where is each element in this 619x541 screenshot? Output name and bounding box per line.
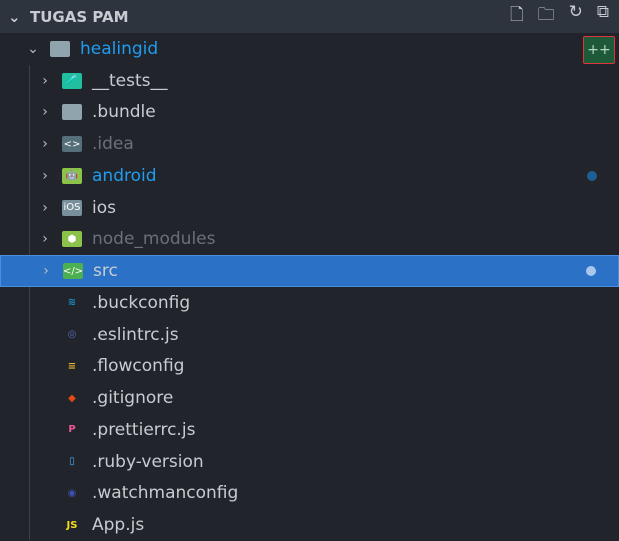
tree-item-prettierrcjs[interactable]: P .prettierrc.js bbox=[0, 414, 619, 446]
new-folder-icon[interactable]: 🗀 bbox=[538, 2, 555, 31]
chevron-right-icon: › bbox=[42, 199, 48, 216]
chevron-right-icon: › bbox=[42, 167, 48, 184]
tree-item-label: .gitignore bbox=[92, 388, 174, 409]
new-file-icon[interactable]: 🗋 bbox=[510, 2, 524, 31]
refresh-icon[interactable]: ↻ bbox=[569, 2, 583, 31]
flow-icon: ≡ bbox=[67, 360, 77, 372]
git-icon: ◆ bbox=[68, 392, 76, 404]
modified-dot bbox=[586, 266, 596, 277]
node-folder-icon: ⬢ bbox=[62, 231, 82, 248]
tree-item-label: .eslintrc.js bbox=[92, 324, 179, 345]
tree-item-label: .watchmanconfig bbox=[92, 483, 239, 504]
folder-icon bbox=[62, 104, 82, 121]
tree-item-label: .ruby-version bbox=[92, 451, 204, 472]
tree-item-android[interactable]: › 🤖 android bbox=[0, 160, 619, 192]
ios-folder-icon: iOS bbox=[62, 199, 82, 216]
tree-item-label: .buckconfig bbox=[92, 292, 191, 313]
src-folder-icon: </> bbox=[63, 263, 83, 280]
chevron-right-icon: › bbox=[43, 263, 49, 280]
tree-item-watchmanconfig[interactable]: ◉ .watchmanconfig bbox=[0, 478, 619, 510]
tree-item-label: .flowconfig bbox=[92, 356, 185, 377]
tree-item-rubyversion[interactable]: ▯ .ruby-version bbox=[0, 446, 619, 478]
tree-item-label: src bbox=[93, 261, 118, 282]
workspace-title: TUGAS PAM bbox=[30, 7, 129, 26]
buck-icon: ≋ bbox=[67, 297, 77, 309]
collapse-all-icon[interactable]: ⧉ bbox=[597, 2, 609, 31]
tree-item-label: android bbox=[92, 165, 157, 186]
tree-item-label: node_modules bbox=[92, 229, 216, 250]
prettier-icon: P bbox=[68, 424, 76, 436]
tree-item-label: .prettierrc.js bbox=[92, 419, 196, 440]
tree-item-label: .bundle bbox=[92, 102, 156, 123]
tree-item-tests[interactable]: › 🧪 __tests__ bbox=[0, 65, 619, 97]
chevron-down-icon: ⌄ bbox=[27, 40, 39, 57]
tree-item-label: ios bbox=[92, 197, 116, 218]
extension-badge[interactable]: ++ bbox=[583, 36, 615, 64]
tree-item-label: .idea bbox=[92, 134, 134, 155]
chevron-right-icon: › bbox=[42, 136, 48, 153]
open-folder-icon bbox=[50, 40, 70, 57]
tree-item-ios[interactable]: › iOS ios bbox=[0, 192, 619, 224]
modified-dot bbox=[587, 170, 597, 181]
android-folder-icon: 🤖 bbox=[62, 167, 82, 184]
tree-item-idea[interactable]: › <> .idea bbox=[0, 128, 619, 160]
tree-item-nodemodules[interactable]: › ⬢ node_modules bbox=[0, 224, 619, 256]
test-folder-icon: 🧪 bbox=[62, 72, 82, 89]
tree-item-Appjs[interactable]: JS App.js bbox=[0, 509, 619, 541]
chevron-down-icon[interactable]: ⌄ bbox=[8, 8, 22, 26]
tree-root-healingid[interactable]: ⌄ healingid ++ bbox=[0, 33, 619, 65]
tree-item-bundle[interactable]: › .bundle bbox=[0, 97, 619, 129]
js-icon: JS bbox=[66, 519, 78, 531]
tree-item-eslintrcjs[interactable]: ◎ .eslintrc.js bbox=[0, 319, 619, 351]
tree-item-label: healingid bbox=[80, 38, 159, 59]
chevron-right-icon: › bbox=[42, 231, 48, 248]
chevron-right-icon: › bbox=[42, 72, 48, 89]
file-icon: ▯ bbox=[69, 456, 75, 468]
idea-folder-icon: <> bbox=[62, 136, 82, 153]
chevron-right-icon: › bbox=[42, 104, 48, 121]
watchman-icon: ◉ bbox=[67, 487, 77, 499]
tree-item-flowconfig[interactable]: ≡ .flowconfig bbox=[0, 351, 619, 383]
tree-item-label: __tests__ bbox=[92, 70, 168, 91]
explorer-header[interactable]: ⌄ TUGAS PAM 🗋 🗀 ↻ ⧉ bbox=[0, 0, 619, 33]
tree-item-src[interactable]: › </> src bbox=[0, 255, 619, 287]
tree-item-label: App.js bbox=[92, 515, 145, 536]
eslint-icon: ◎ bbox=[67, 329, 77, 341]
tree-item-buckconfig[interactable]: ≋ .buckconfig bbox=[0, 287, 619, 319]
tree-item-gitignore[interactable]: ◆ .gitignore bbox=[0, 382, 619, 414]
